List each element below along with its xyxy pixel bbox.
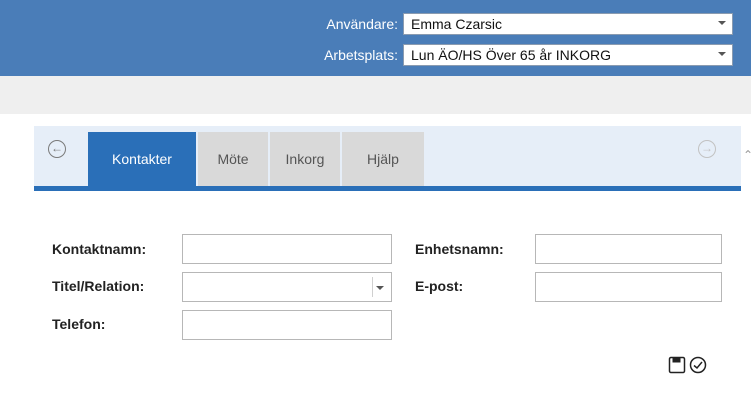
title-relation-select[interactable] <box>182 272 392 302</box>
contact-name-input[interactable] <box>182 234 392 264</box>
tab-hjalp[interactable]: Hjälp <box>342 132 424 186</box>
tab-label: Möte <box>217 151 249 167</box>
user-select-value: Emma Czarsic <box>411 16 503 32</box>
workplace-label: Arbetsplats: <box>324 47 398 63</box>
arrow-right-circle-icon[interactable]: → <box>698 140 716 158</box>
tab-label: Hjälp <box>367 151 399 167</box>
select-divider <box>372 277 373 297</box>
chevron-down-icon <box>718 52 726 56</box>
title-relation-label: Titel/Relation: <box>52 278 145 294</box>
workplace-select-value: Lun ÄO/HS Över 65 år INKORG <box>411 47 611 63</box>
phone-label: Telefon: <box>52 316 106 332</box>
phone-input[interactable] <box>182 310 392 340</box>
tab-inkorg[interactable]: Inkorg <box>270 132 340 186</box>
arrow-left-circle-icon[interactable]: ← <box>48 140 66 158</box>
chevron-down-icon <box>718 21 726 25</box>
contact-name-label: Kontaktnamn: <box>52 241 147 257</box>
tab-label: Inkorg <box>285 151 325 167</box>
chevron-down-icon <box>376 286 384 290</box>
top-header: Användare: Emma Czarsic Arbetsplats: Lun… <box>0 0 751 76</box>
save-icon[interactable] <box>668 356 686 374</box>
unit-name-input[interactable] <box>535 234 722 264</box>
tab-label: Kontakter <box>112 151 172 167</box>
tab-underline <box>34 186 741 191</box>
workplace-select[interactable]: Lun ÄO/HS Över 65 år INKORG <box>403 44 733 66</box>
email-input[interactable] <box>535 272 722 302</box>
user-select[interactable]: Emma Czarsic <box>403 13 733 35</box>
check-circle-icon[interactable] <box>689 356 707 374</box>
scroll-up-icon[interactable]: ⌃ <box>743 148 751 162</box>
tab-mote[interactable]: Möte <box>198 132 268 186</box>
unit-name-label: Enhetsnamn: <box>415 241 504 257</box>
tab-kontakter[interactable]: Kontakter <box>88 132 196 186</box>
toolbar-strip <box>0 76 751 114</box>
email-label: E-post: <box>415 278 464 294</box>
user-label: Användare: <box>326 16 398 32</box>
